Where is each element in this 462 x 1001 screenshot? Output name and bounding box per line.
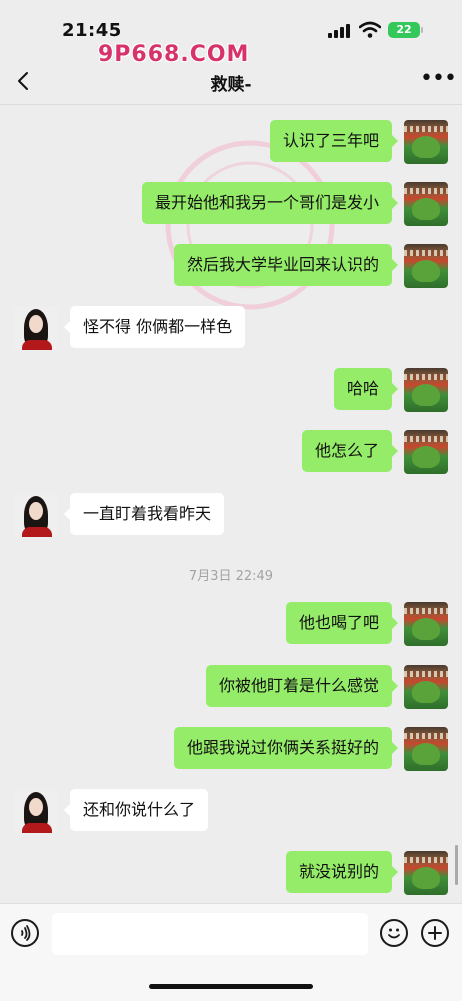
message-row: 认识了三年吧 (0, 118, 462, 164)
message-row: 就没说别的 (0, 849, 462, 895)
message-bubble-sent[interactable]: 就没说别的 (285, 851, 399, 893)
status-time: 21:45 (62, 20, 122, 41)
contact-avatar[interactable] (14, 789, 58, 833)
message-row: 还和你说什么了 (0, 787, 462, 833)
ellipsis-icon[interactable]: ••• (420, 68, 457, 93)
battery-icon: 22 (388, 22, 423, 38)
message-row: 你被他盯着是什么感觉 (0, 663, 462, 709)
message-input[interactable] (52, 913, 368, 955)
timestamp: 7月3日 22:49 (188, 569, 274, 584)
message-bubble-sent[interactable]: 然后我大学毕业回来认识的 (173, 244, 399, 286)
scrollbar[interactable] (455, 845, 458, 885)
message-row: 他也喝了吧 (0, 600, 462, 646)
message-bubble-received[interactable]: 一直盯着我看昨天 (63, 493, 225, 535)
my-avatar[interactable] (404, 368, 448, 412)
message-row: 最开始他和我另一个哥们是发小 (0, 180, 462, 226)
my-avatar[interactable] (404, 430, 448, 474)
my-avatar[interactable] (404, 727, 448, 771)
message-bubble-received[interactable]: 怪不得 你俩都一样色 (63, 306, 246, 348)
message-bubble-sent[interactable]: 最开始他和我另一个哥们是发小 (141, 182, 399, 224)
message-row: 哈哈 (0, 366, 462, 412)
message-bubble-sent[interactable]: 哈哈 (333, 368, 399, 410)
voice-icon[interactable] (11, 919, 39, 947)
message-bubble-sent[interactable]: 他跟我说过你俩关系挺好的 (173, 727, 399, 769)
my-avatar[interactable] (404, 851, 448, 895)
message-row: 一直盯着我看昨天 (0, 491, 462, 537)
signal-icon (328, 24, 350, 38)
nav-bar: 救赎- ••• (0, 58, 462, 104)
my-avatar[interactable] (404, 120, 448, 164)
message-row: 怪不得 你俩都一样色 (0, 304, 462, 350)
plus-icon[interactable] (421, 919, 449, 947)
message-row: 然后我大学毕业回来认识的 (0, 242, 462, 288)
message-bubble-received[interactable]: 还和你说什么了 (63, 789, 209, 831)
divider (0, 104, 462, 105)
message-row: 他跟我说过你俩关系挺好的 (0, 725, 462, 771)
my-avatar[interactable] (404, 182, 448, 226)
home-indicator (149, 984, 313, 989)
wifi-icon (359, 21, 381, 38)
contact-avatar[interactable] (14, 493, 58, 537)
chat-title: 救赎- (210, 75, 252, 95)
message-bubble-sent[interactable]: 他也喝了吧 (285, 602, 399, 644)
message-bubble-sent[interactable]: 他怎么了 (301, 430, 399, 472)
message-bubble-sent[interactable]: 你被他盯着是什么感觉 (205, 665, 399, 707)
message-bubble-sent[interactable]: 认识了三年吧 (269, 120, 399, 162)
my-avatar[interactable] (404, 602, 448, 646)
my-avatar[interactable] (404, 244, 448, 288)
emoji-icon[interactable] (380, 919, 408, 947)
contact-avatar[interactable] (14, 306, 58, 350)
my-avatar[interactable] (404, 665, 448, 709)
message-row: 他怎么了 (0, 428, 462, 474)
